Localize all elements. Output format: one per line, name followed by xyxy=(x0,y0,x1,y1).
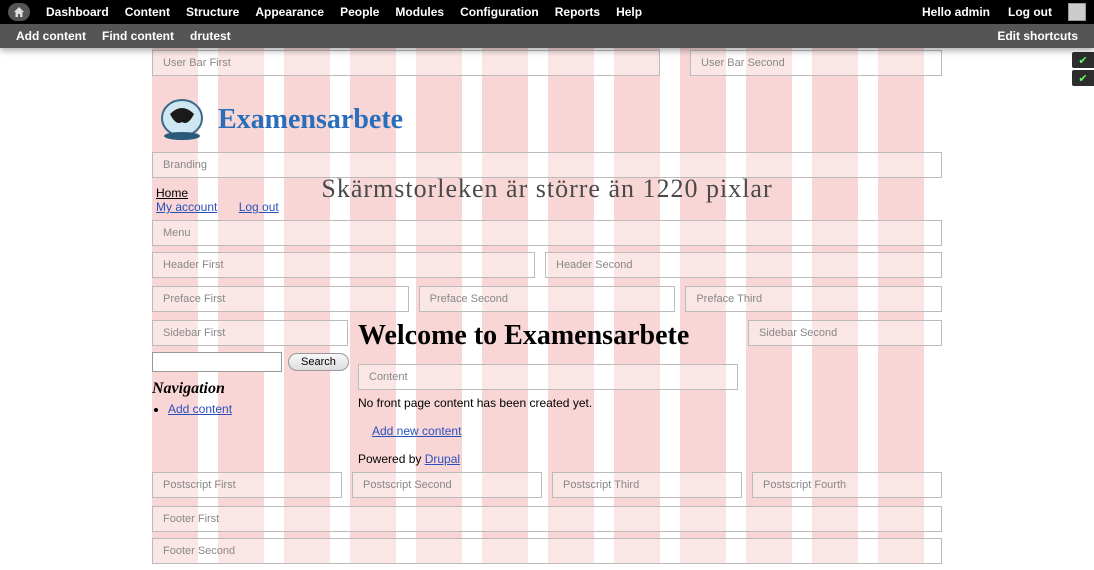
region-content: Content xyxy=(358,364,738,390)
region-sidebar-first: Sidebar First xyxy=(152,320,348,346)
region-sidebar-second: Sidebar Second xyxy=(748,320,942,346)
home-icon[interactable] xyxy=(8,3,30,21)
indicator-2[interactable]: ✔ xyxy=(1072,70,1094,86)
nav-add-content[interactable]: Add content xyxy=(168,402,232,416)
search-form: Search xyxy=(152,352,348,372)
navigation-list: Add content xyxy=(152,402,348,416)
search-input[interactable] xyxy=(152,352,282,372)
region-menu: Menu xyxy=(152,220,942,246)
shortcut-add-content[interactable]: Add content xyxy=(8,29,94,43)
region-user-bar-second: User Bar Second xyxy=(690,50,942,76)
user-nav: Home My account Log out xyxy=(152,184,942,220)
drupal-link[interactable]: Drupal xyxy=(425,452,460,466)
admin-menu-appearance[interactable]: Appearance xyxy=(247,5,332,19)
add-new-content-link[interactable]: Add new content xyxy=(372,424,461,438)
region-header-first: Header First xyxy=(152,252,535,278)
empty-front-message: No front page content has been created y… xyxy=(358,396,738,410)
nav-my-account[interactable]: My account xyxy=(156,200,217,214)
admin-menu-dashboard[interactable]: Dashboard xyxy=(38,5,117,19)
site-logo[interactable] xyxy=(158,96,206,144)
admin-menu-people[interactable]: People xyxy=(332,5,387,19)
region-preface-second: Preface Second xyxy=(419,286,676,312)
edit-shortcuts[interactable]: Edit shortcuts xyxy=(989,29,1086,43)
region-preface-first: Preface First xyxy=(152,286,409,312)
admin-menu-reports[interactable]: Reports xyxy=(547,5,608,19)
admin-menu-structure[interactable]: Structure xyxy=(178,5,247,19)
nav-logout[interactable]: Log out xyxy=(239,200,279,214)
search-button[interactable]: Search xyxy=(288,353,349,371)
toolbar-toggle-icon[interactable] xyxy=(1068,3,1086,21)
shortcut-find-content[interactable]: Find content xyxy=(94,29,182,43)
nav-home[interactable]: Home xyxy=(156,186,188,200)
region-postscript-first: Postscript First xyxy=(152,472,342,498)
region-postscript-third: Postscript Third xyxy=(552,472,742,498)
region-preface-third: Preface Third xyxy=(685,286,942,312)
shortcut-bar: Add content Find content drutest Edit sh… xyxy=(0,24,1094,48)
indicator-1[interactable]: ✔ xyxy=(1072,52,1094,68)
admin-menu-modules[interactable]: Modules xyxy=(387,5,452,19)
check-icon: ✔ xyxy=(1078,72,1087,85)
admin-menu-content[interactable]: Content xyxy=(117,5,178,19)
site-name[interactable]: Examensarbete xyxy=(218,104,403,136)
admin-menu-help[interactable]: Help xyxy=(608,5,650,19)
region-user-bar-first: User Bar First xyxy=(152,50,660,76)
page-title: Welcome to Examensarbete xyxy=(358,320,738,352)
admin-logout[interactable]: Log out xyxy=(1000,5,1060,19)
admin-menu-bar: Dashboard Content Structure Appearance P… xyxy=(0,0,1094,24)
region-footer-second: Footer Second xyxy=(152,538,942,564)
region-postscript-second: Postscript Second xyxy=(352,472,542,498)
region-footer-first: Footer First xyxy=(152,506,942,532)
debug-indicators: ✔ ✔ xyxy=(1072,52,1094,88)
shortcut-drutest[interactable]: drutest xyxy=(182,29,239,43)
check-icon: ✔ xyxy=(1078,54,1087,67)
hello-user[interactable]: Hello admin xyxy=(922,5,1000,19)
region-postscript-fourth: Postscript Fourth xyxy=(752,472,942,498)
navigation-heading: Navigation xyxy=(152,380,348,398)
region-header-second: Header Second xyxy=(545,252,942,278)
region-branding: Branding xyxy=(152,152,942,178)
powered-by: Powered by Drupal xyxy=(358,452,738,466)
branding-area: Examensarbete xyxy=(152,84,942,152)
admin-menu-configuration[interactable]: Configuration xyxy=(452,5,547,19)
